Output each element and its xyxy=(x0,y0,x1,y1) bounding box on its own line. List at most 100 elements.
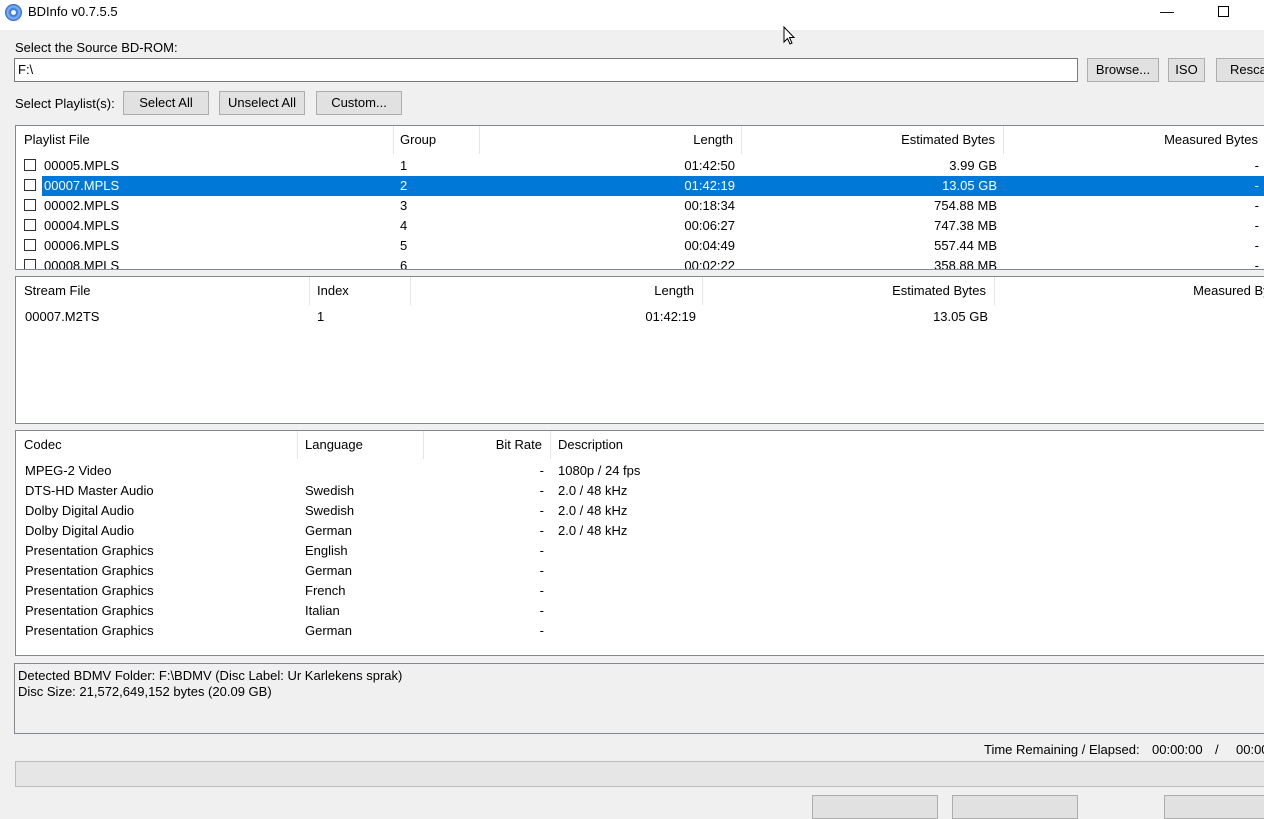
column-header-measured-bytes[interactable]: Measured Bytes xyxy=(995,277,1264,305)
playlist-checkbox[interactable] xyxy=(24,219,36,231)
playlist-list[interactable]: Playlist File Group Length Estimated Byt… xyxy=(15,125,1264,270)
maximize-button[interactable] xyxy=(1209,0,1237,24)
bottom-button-3[interactable] xyxy=(1164,795,1264,819)
minimize-button[interactable]: — xyxy=(1153,0,1181,24)
playlist-estimated-bytes: 747.38 MB xyxy=(934,218,997,233)
time-elapsed-value: 00:00:00 xyxy=(1236,742,1264,757)
codec-bit-rate: - xyxy=(539,583,544,598)
playlist-checkbox[interactable] xyxy=(24,199,36,211)
playlist-checkbox[interactable] xyxy=(24,259,36,269)
playlist-estimated-bytes: 13.05 GB xyxy=(942,178,997,193)
playlist-measured-bytes: - xyxy=(1254,198,1259,213)
codec-bit-rate: - xyxy=(539,543,544,558)
select-playlists-label: Select Playlist(s): xyxy=(15,96,115,111)
codec-description xyxy=(558,601,958,621)
codec-description: 2.0 / 48 kHz xyxy=(558,503,628,518)
progress-bar xyxy=(15,761,1264,787)
column-header-estimated-bytes[interactable]: Estimated Bytes xyxy=(742,126,1004,154)
playlist-measured-bytes: - xyxy=(1254,238,1259,253)
codec-row[interactable]: Dolby Digital Audio Swedish - 2.0 / 48 k… xyxy=(16,501,1264,521)
codec-name: MPEG-2 Video xyxy=(25,463,112,478)
codec-language: German xyxy=(305,523,352,538)
maximize-icon xyxy=(1218,6,1229,17)
custom-button[interactable]: Custom... xyxy=(316,91,402,115)
playlist-estimated-bytes: 3.99 GB xyxy=(949,158,997,173)
column-header-codec[interactable]: Codec xyxy=(16,431,298,459)
codec-name: DTS-HD Master Audio xyxy=(25,483,154,498)
column-header-measured-bytes[interactable]: Measured Bytes xyxy=(1004,126,1264,154)
playlist-length: 01:42:19 xyxy=(684,178,735,193)
playlist-group: 5 xyxy=(400,238,408,253)
codec-bit-rate: - xyxy=(539,463,544,478)
playlist-measured-bytes: - xyxy=(1254,178,1259,193)
codec-name: Presentation Graphics xyxy=(25,543,154,558)
playlist-row[interactable]: 00008.MPLS 6 00:02:22 358.88 MB - xyxy=(16,256,1264,270)
codec-language: English xyxy=(305,543,348,558)
stream-row[interactable]: 00007.M2TS 1 01:42:19 13.05 GB xyxy=(16,307,1264,327)
column-header-estimated-bytes[interactable]: Estimated Bytes xyxy=(703,277,995,305)
playlist-row[interactable]: 00005.MPLS 1 01:42:50 3.99 GB - xyxy=(16,156,1264,176)
codec-row[interactable]: Presentation Graphics English - xyxy=(16,541,1264,561)
column-header-description[interactable]: Description xyxy=(550,431,950,459)
playlist-length: 01:42:50 xyxy=(684,158,735,173)
column-header-length[interactable]: Length xyxy=(480,126,742,154)
codec-row[interactable]: MPEG-2 Video - 1080p / 24 fps xyxy=(16,461,1264,481)
column-header-index[interactable]: Index xyxy=(309,277,411,305)
playlist-row[interactable]: 00004.MPLS 4 00:06:27 747.38 MB - xyxy=(16,216,1264,236)
playlist-length: 00:02:22 xyxy=(684,258,735,270)
playlist-file: 00007.MPLS xyxy=(44,178,120,193)
codec-name: Dolby Digital Audio xyxy=(25,523,135,538)
codec-row[interactable]: Presentation Graphics German - xyxy=(16,561,1264,581)
time-remaining-label: Time Remaining / Elapsed: xyxy=(984,742,1140,757)
codec-bit-rate: - xyxy=(539,563,544,578)
playlist-group: 1 xyxy=(400,158,408,173)
playlist-checkbox[interactable] xyxy=(24,179,36,191)
codec-language: French xyxy=(305,583,346,598)
playlist-group: 4 xyxy=(400,218,408,233)
column-header-length[interactable]: Length xyxy=(411,277,703,305)
playlist-row[interactable]: 00006.MPLS 5 00:04:49 557.44 MB - xyxy=(16,236,1264,256)
codec-language: German xyxy=(305,623,352,638)
codec-list[interactable]: Codec Language Bit Rate Description MPEG… xyxy=(15,430,1264,656)
column-header-playlist-file[interactable]: Playlist File xyxy=(16,126,394,154)
unselect-all-button[interactable]: Unselect All xyxy=(219,91,305,115)
browse-button[interactable]: Browse... xyxy=(1087,58,1159,82)
playlist-file: 00008.MPLS xyxy=(44,258,120,270)
iso-button[interactable]: ISO xyxy=(1168,58,1205,82)
codec-description: 2.0 / 48 kHz xyxy=(558,483,628,498)
playlist-file: 00006.MPLS xyxy=(44,238,120,253)
playlist-measured-bytes: - xyxy=(1254,258,1259,270)
column-header-group[interactable]: Group xyxy=(392,126,480,154)
playlist-checkbox[interactable] xyxy=(24,159,36,171)
source-label: Select the Source BD-ROM: xyxy=(15,40,178,55)
codec-name: Presentation Graphics xyxy=(25,583,154,598)
rescan-button[interactable]: Rescan xyxy=(1216,58,1264,82)
playlist-file: 00004.MPLS xyxy=(44,218,120,233)
codec-row[interactable]: Dolby Digital Audio German - 2.0 / 48 kH… xyxy=(16,521,1264,541)
column-header-bit-rate[interactable]: Bit Rate xyxy=(424,431,551,459)
stream-list[interactable]: Stream File Index Length Estimated Bytes… xyxy=(15,276,1264,424)
playlist-file: 00002.MPLS xyxy=(44,198,120,213)
codec-row[interactable]: Presentation Graphics Italian - xyxy=(16,601,1264,621)
status-log[interactable]: Detected BDMV Folder: F:\BDMV (Disc Labe… xyxy=(14,663,1264,734)
column-header-stream-file[interactable]: Stream File xyxy=(16,277,310,305)
playlist-group: 2 xyxy=(400,178,408,193)
codec-language: German xyxy=(305,563,352,578)
codec-row[interactable]: DTS-HD Master Audio Swedish - 2.0 / 48 k… xyxy=(16,481,1264,501)
playlist-group: 6 xyxy=(400,258,408,270)
playlist-checkbox[interactable] xyxy=(24,239,36,251)
bottom-button-1[interactable] xyxy=(812,795,938,819)
codec-row[interactable]: Presentation Graphics French - xyxy=(16,581,1264,601)
playlist-row[interactable]: 00002.MPLS 3 00:18:34 754.88 MB - xyxy=(16,196,1264,216)
codec-name: Presentation Graphics xyxy=(25,603,154,618)
select-all-button[interactable]: Select All xyxy=(123,91,209,115)
bottom-button-2[interactable] xyxy=(952,795,1078,819)
mouse-cursor-icon xyxy=(783,25,797,49)
codec-description xyxy=(558,581,958,601)
codec-row[interactable]: Presentation Graphics German - xyxy=(16,621,1264,641)
codec-bit-rate: - xyxy=(539,503,544,518)
column-header-language[interactable]: Language xyxy=(297,431,424,459)
source-path-input[interactable]: F:\ xyxy=(14,58,1078,82)
playlist-row-selected[interactable]: 00007.MPLS 2 01:42:19 13.05 GB - xyxy=(16,176,1264,196)
playlist-group: 3 xyxy=(400,198,408,213)
